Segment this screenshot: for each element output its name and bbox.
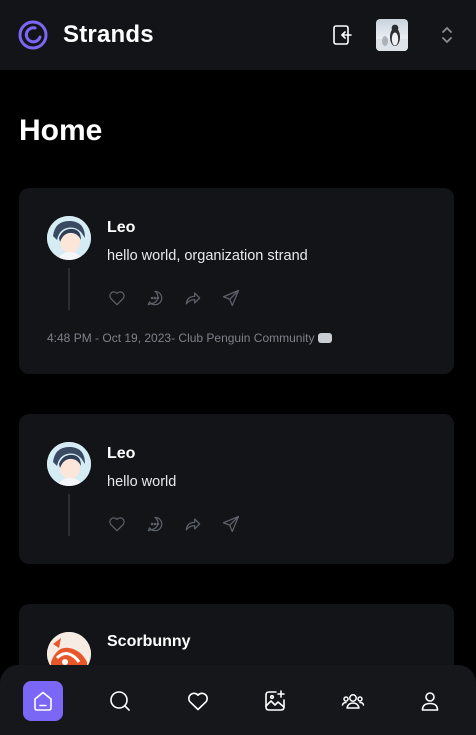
thread-card[interactable]: Leo hello world, organization strand 4:4… [19, 188, 454, 374]
author-name[interactable]: Leo [107, 445, 135, 463]
author-name[interactable]: Leo [107, 219, 135, 237]
thread-timestamp[interactable]: 4:48 PM - Oct 19, 2023- Club Penguin Com… [47, 331, 314, 345]
nav-search[interactable] [100, 681, 140, 721]
nav-create-thread[interactable] [255, 681, 295, 721]
home-icon [34, 691, 52, 711]
heart-icon [188, 692, 208, 711]
author-name[interactable]: Scorbunny [107, 633, 191, 651]
thread-actions [107, 514, 241, 534]
heart-icon[interactable] [107, 288, 127, 308]
nav-communities[interactable] [333, 681, 373, 721]
top-bar: Strands [0, 0, 476, 70]
repost-icon[interactable] [183, 288, 203, 308]
organization-switcher-icon[interactable] [440, 24, 454, 46]
repost-icon[interactable] [183, 514, 203, 534]
nav-home[interactable] [23, 681, 63, 721]
thread-card[interactable]: Leo hello world [19, 414, 454, 564]
heart-icon[interactable] [107, 514, 127, 534]
page-title: Home [19, 114, 103, 147]
search-icon [110, 691, 130, 711]
author-avatar[interactable] [47, 442, 91, 486]
logout-icon[interactable] [330, 23, 354, 47]
share-icon[interactable] [221, 514, 241, 534]
strands-logo-icon[interactable] [18, 20, 48, 50]
bottom-nav [0, 665, 476, 735]
app-name: Strands [63, 21, 154, 48]
thread-meta: 4:48 PM - Oct 19, 2023- Club Penguin Com… [47, 331, 333, 345]
thread-actions [107, 288, 241, 308]
author-avatar[interactable] [47, 216, 91, 260]
share-icon[interactable] [221, 288, 241, 308]
nav-profile[interactable] [410, 681, 450, 721]
nav-activity[interactable] [178, 681, 218, 721]
thread-text: hello world [107, 474, 177, 490]
thread-text: hello world, organization strand [107, 248, 308, 264]
thread-line [68, 494, 70, 536]
add-image-icon [265, 690, 285, 711]
reply-icon[interactable] [145, 514, 165, 534]
community-image [318, 333, 333, 343]
communities-icon [341, 694, 365, 709]
thread-line [68, 268, 70, 310]
profile-icon [421, 692, 439, 711]
reply-icon[interactable] [145, 288, 165, 308]
organization-avatar[interactable] [376, 19, 408, 51]
